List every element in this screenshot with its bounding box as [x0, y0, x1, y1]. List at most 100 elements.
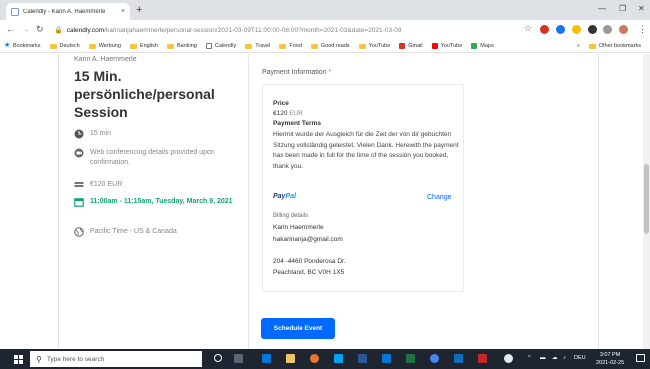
minimize-icon[interactable]: —	[598, 4, 606, 13]
excel-icon[interactable]	[406, 354, 415, 363]
outlook-icon[interactable]	[382, 354, 391, 363]
duration-row: 15 min	[74, 129, 111, 139]
page-scrollbar[interactable]	[643, 54, 650, 349]
volume-icon[interactable]: ♪	[563, 355, 566, 361]
scrollbar-thumb[interactable]	[644, 164, 649, 234]
cloud-icon[interactable]: ☁	[552, 355, 558, 361]
reading-list-icon[interactable]	[603, 25, 612, 34]
other-bookmarks-label: Other bookmarks	[598, 43, 641, 49]
url-field[interactable]: 🔒 calendly.com /karinanjahaemmerle/perso…	[54, 23, 524, 37]
mail-app-icon[interactable]	[262, 354, 271, 363]
bookmark-item[interactable]: Werbung	[88, 43, 121, 49]
new-tab-button[interactable]: +	[136, 4, 142, 16]
file-explorer-icon[interactable]	[286, 354, 295, 363]
lock-icon: 🔒	[54, 27, 63, 34]
payment-price-value: €120	[273, 110, 288, 117]
word-icon[interactable]	[358, 354, 367, 363]
extension-red-icon[interactable]	[540, 25, 549, 34]
payment-price: €120 EUR	[273, 109, 303, 118]
bookmark-item[interactable]: Banking	[166, 43, 197, 49]
calendly-favicon-icon	[11, 7, 19, 16]
tab-close-icon[interactable]: ×	[121, 8, 125, 15]
bookmarks-star-icon: ★	[4, 42, 11, 49]
chrome-menu-icon[interactable]: ⋮	[638, 24, 647, 35]
bookmark-label: Calendly	[214, 43, 237, 49]
folder-icon	[245, 43, 253, 49]
conferencing-row: Web conferencing details provided upon c…	[74, 148, 234, 168]
profile-avatar-icon[interactable]	[619, 25, 628, 34]
clock-icon	[74, 129, 84, 139]
payment-price-currency: EUR	[289, 110, 304, 117]
bookmark-item[interactable]: YouTube	[431, 43, 462, 49]
bookmark-item[interactable]: English	[129, 43, 158, 49]
extension-dark-icon[interactable]	[588, 25, 597, 34]
folder-icon	[166, 43, 174, 49]
bookmark-item[interactable]: Good reads	[310, 43, 350, 49]
datetime-row: 11:00am - 11:15am, Tuesday, March 9, 202…	[74, 197, 242, 207]
bookmark-label: Travel	[255, 43, 271, 49]
extension-yellow-icon[interactable]	[572, 25, 581, 34]
address-line-2: Peachland, BC V0H 1X5	[273, 269, 345, 276]
billing-name: Karin Haemmerle	[273, 224, 324, 231]
taskbar-search-field[interactable]: ⚲ Type here to search	[30, 351, 202, 367]
bookmark-item[interactable]: ★ Bookmarks	[4, 42, 41, 49]
required-mark: *	[328, 69, 332, 76]
browser-tab-bar: Calendly - Karin A. Haemmerle × + — ❐ ✕	[0, 0, 650, 20]
folder-icon	[88, 43, 96, 49]
billing-heading: Billing details	[273, 213, 309, 219]
bookmark-label: Deutsch	[59, 43, 80, 49]
clock-time: 3:07 PM	[599, 352, 621, 358]
folder-icon	[588, 43, 596, 49]
bookmark-label: YouTube	[368, 43, 391, 49]
network-icon[interactable]: ▬	[540, 355, 546, 361]
bookmark-item[interactable]: Gmail	[399, 43, 423, 49]
maximize-icon[interactable]: ❐	[619, 4, 626, 13]
payment-info-label: Payment Information *	[262, 69, 331, 76]
maps-icon	[471, 43, 478, 49]
folder-icon	[358, 43, 366, 49]
schedule-event-button[interactable]: Schedule Event	[261, 318, 335, 339]
payment-info-title: Payment Information	[262, 69, 327, 76]
back-icon[interactable]: ←	[6, 24, 15, 34]
notification-icon[interactable]	[636, 354, 645, 362]
cortana-icon[interactable]	[214, 354, 222, 362]
bookmark-item[interactable]: YouTube	[358, 43, 391, 49]
address-line-1: 204 -4460 Ponderosa Dr.	[273, 258, 346, 265]
skype-icon[interactable]	[334, 354, 343, 363]
bookmark-item[interactable]: Travel	[245, 43, 270, 49]
firefox-icon[interactable]	[310, 354, 319, 363]
folder-icon	[279, 43, 287, 49]
app-red-icon[interactable]	[478, 354, 487, 363]
bookmark-label: English	[139, 43, 158, 49]
panel-divider	[248, 54, 249, 349]
bookmark-item[interactable]: Calendly	[205, 43, 237, 49]
bookmark-star-icon[interactable]: ☆	[524, 23, 532, 34]
bookmark-item[interactable]: Food	[279, 43, 302, 49]
bookmark-item[interactable]: Maps	[471, 43, 494, 49]
browser-tab[interactable]: Calendly - Karin A. Haemmerle ×	[6, 3, 130, 20]
reload-icon[interactable]: ↻	[36, 24, 44, 35]
task-view-icon[interactable]	[234, 354, 243, 363]
app-white-icon[interactable]	[504, 354, 513, 363]
teams-icon[interactable]	[454, 354, 463, 363]
bookmark-label: Bookmarks	[13, 43, 41, 49]
url-host: calendly.com	[66, 26, 105, 34]
gmail-icon	[399, 43, 406, 49]
tray-overflow-icon[interactable]: ^	[528, 355, 531, 361]
other-bookmarks[interactable]: Other bookmarks	[588, 43, 641, 49]
taskbar-clock[interactable]: 3:07 PM 2021-02-25	[596, 351, 624, 367]
page-icon	[205, 43, 212, 49]
extension-blue-icon[interactable]	[556, 25, 565, 34]
change-payment-link[interactable]: Change	[427, 194, 452, 201]
calendar-icon	[74, 198, 84, 207]
more-bookmarks-button[interactable]: »	[577, 43, 580, 49]
forward-icon[interactable]: →	[21, 24, 30, 34]
close-window-icon[interactable]: ✕	[638, 4, 645, 13]
page-border-left	[58, 54, 59, 349]
chrome-icon[interactable]	[430, 354, 439, 363]
bookmark-item[interactable]: Deutsch	[49, 43, 80, 49]
address-bar-row: ← → ↻ 🔒 calendly.com /karinanjahaemmerle…	[0, 20, 650, 40]
language-indicator[interactable]: DEU	[574, 355, 586, 361]
windows-start-icon[interactable]	[14, 355, 23, 364]
bookmark-label: Werbung	[98, 43, 121, 49]
